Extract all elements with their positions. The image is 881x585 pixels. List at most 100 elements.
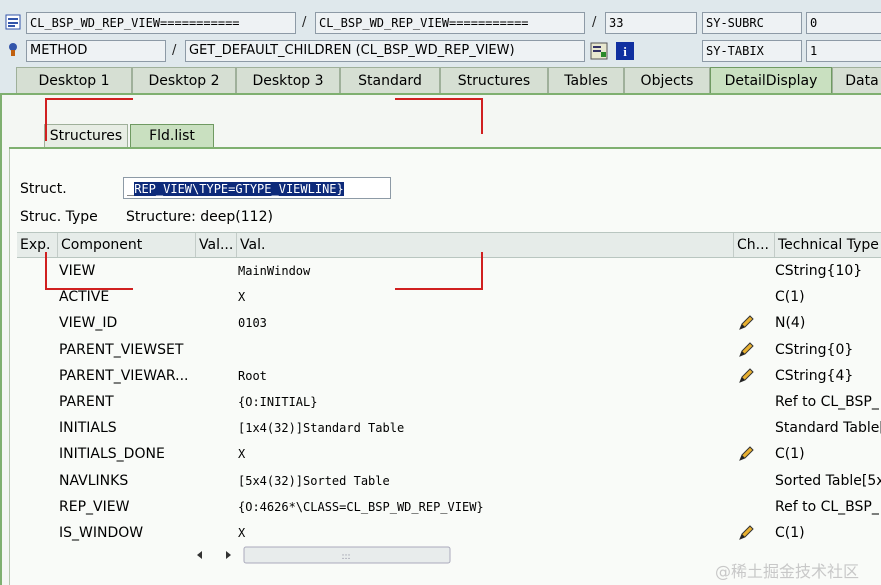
col-changeable[interactable]: Ch...	[734, 233, 775, 257]
component-cell: PARENT_VIEWAR...	[59, 368, 189, 384]
changeable-cell	[737, 494, 757, 520]
component-cell: NAVLINKS	[59, 473, 129, 489]
value-cell[interactable]	[238, 337, 738, 363]
col-val[interactable]: Val.	[237, 233, 734, 257]
pencil-icon[interactable]	[737, 445, 755, 467]
technical-type-cell: C(1)	[775, 525, 805, 541]
value-cell[interactable]: {O:INITIAL}	[238, 389, 738, 415]
changeable-cell	[737, 310, 757, 336]
component-cell: VIEW_ID	[59, 315, 118, 331]
tab-desktop-3[interactable]: Desktop 3	[236, 67, 340, 94]
annotation-line	[45, 98, 47, 141]
program-field[interactable]: CL_BSP_WD_REP_VIEW===========	[26, 12, 296, 34]
technical-type-cell: CString{10}	[775, 263, 863, 279]
table-row[interactable]: PARENT_VIEWSET CString{0}	[17, 337, 881, 363]
separator: /	[172, 43, 177, 58]
document-list-icon	[5, 14, 21, 30]
changeable-cell	[737, 389, 757, 415]
struct-label: Struct.	[20, 181, 67, 197]
tab-detaildisplay[interactable]: DetailDisplay	[710, 67, 832, 94]
tab-tables[interactable]: Tables	[548, 67, 624, 94]
table-row[interactable]: INITIALS [1x4(32)]Standard Table Standard …	[17, 415, 881, 441]
technical-type-cell: C(1)	[775, 289, 805, 305]
annotation-line	[481, 252, 483, 290]
technical-type-cell: N(4)	[775, 315, 806, 331]
value-cell[interactable]: {O:4626*\CLASS=CL_BSP_WD_REP_VIEW}	[238, 494, 738, 520]
table-row[interactable]: PARENT {O:INITIAL} Ref to CL_BSP_	[17, 389, 881, 415]
value-cell[interactable]: X	[238, 520, 738, 546]
value-cell[interactable]: X	[238, 441, 738, 467]
component-cell: INITIALS_DONE	[59, 446, 165, 462]
separator: /	[592, 15, 597, 30]
changeable-cell	[737, 363, 757, 389]
annotation-line	[395, 98, 483, 100]
tab-standard[interactable]: Standard	[340, 67, 440, 94]
main-tabstrip: Desktop 1 Desktop 2 Desktop 3 Standard S…	[0, 67, 881, 95]
tab-desktop-1[interactable]: Desktop 1	[16, 67, 132, 94]
value-cell[interactable]: MainWindow	[238, 258, 738, 284]
edit-source-icon[interactable]	[590, 42, 608, 60]
component-cell: INITIALS	[59, 420, 117, 436]
technical-type-cell: CString{0}	[775, 342, 854, 358]
method-icon	[5, 41, 21, 57]
event-name-field[interactable]: GET_DEFAULT_CHILDREN (CL_BSP_WD_REP_VIEW…	[185, 40, 585, 62]
table-row[interactable]: VIEW_ID 0103 N(4)	[17, 310, 881, 336]
pencil-icon[interactable]	[737, 367, 755, 389]
value-cell[interactable]: [1x4(32)]Standard Table	[238, 415, 738, 441]
svg-text:i: i	[623, 44, 627, 59]
technical-type-cell: Sorted Table[5x	[775, 473, 881, 489]
table-row[interactable]: IS_WINDOW X C(1)	[17, 520, 881, 546]
changeable-cell	[737, 468, 757, 494]
table-row[interactable]: VIEW MainWindow CString{10}	[17, 258, 881, 284]
col-technical-type[interactable]: Technical Type	[775, 233, 881, 257]
annotation-line	[395, 288, 483, 290]
technical-type-cell: Ref to CL_BSP_	[775, 394, 879, 410]
struc-type-label: Struc. Type	[20, 209, 98, 225]
component-cell: PARENT_VIEWSET	[59, 342, 184, 358]
component-cell: REP_VIEW	[59, 499, 130, 515]
line-number-field[interactable]: 33	[605, 12, 697, 34]
changeable-cell	[737, 284, 757, 310]
col-val-short[interactable]: Val...	[196, 233, 237, 257]
changeable-cell	[737, 337, 757, 363]
table-row[interactable]: PARENT_VIEWAR... Root CString{4}	[17, 363, 881, 389]
pencil-icon[interactable]	[737, 341, 755, 363]
event-type-field[interactable]: METHOD	[26, 40, 166, 62]
subtab-fld-list[interactable]: Fld.list	[130, 124, 214, 148]
info-icon[interactable]: i	[616, 42, 634, 60]
table-row[interactable]: REP_VIEW {O:4626*\CLASS=CL_BSP_WD_REP_VIE…	[17, 494, 881, 520]
include-field[interactable]: CL_BSP_WD_REP_VIEW===========	[315, 12, 585, 34]
sysvar-value-1[interactable]: 0	[806, 12, 881, 34]
changeable-cell	[737, 441, 757, 467]
value-cell[interactable]: Root	[238, 363, 738, 389]
annotation-line	[45, 252, 47, 290]
annotation-line	[481, 98, 483, 134]
technical-type-cell: Ref to CL_BSP_	[775, 499, 879, 515]
table-row[interactable]: INITIALS_DONE X C(1)	[17, 441, 881, 467]
technical-type-cell: Standard Table[	[775, 420, 881, 436]
changeable-cell	[737, 258, 757, 284]
tab-structures[interactable]: Structures	[440, 67, 548, 94]
col-exp[interactable]: Exp.	[17, 233, 58, 257]
struct-input[interactable]: _REP_VIEW\TYPE=GTYPE_VIEWLINE}	[123, 177, 391, 199]
sysvar-name-1[interactable]: SY-SUBRC	[702, 12, 802, 34]
table-header: Exp. Component Val... Val. Ch... Technic…	[17, 232, 881, 258]
table-row[interactable]: NAVLINKS [5x4(32)]Sorted Table Sorted Tabl…	[17, 468, 881, 494]
component-cell: PARENT	[59, 394, 114, 410]
subtab-structures[interactable]: Structures	[44, 124, 128, 148]
value-cell[interactable]: [5x4(32)]Sorted Table	[238, 468, 738, 494]
tab-data[interactable]: Data	[832, 67, 881, 94]
sysvar-value-2[interactable]: 1	[806, 40, 881, 62]
changeable-cell	[737, 415, 757, 441]
pencil-icon[interactable]	[737, 314, 755, 336]
horizontal-scrollbar[interactable]: :::	[196, 546, 466, 564]
tab-desktop-2[interactable]: Desktop 2	[132, 67, 236, 94]
value-cell[interactable]: X	[238, 284, 738, 310]
sysvar-name-2[interactable]: SY-TABIX	[702, 40, 802, 62]
pencil-icon[interactable]	[737, 524, 755, 546]
struct-selected-text: REP_VIEW\TYPE=GTYPE_VIEWLINE}	[134, 182, 344, 196]
tab-objects[interactable]: Objects	[624, 67, 710, 94]
value-cell[interactable]: 0103	[238, 310, 738, 336]
col-component[interactable]: Component	[58, 233, 196, 257]
separator: /	[302, 15, 307, 30]
